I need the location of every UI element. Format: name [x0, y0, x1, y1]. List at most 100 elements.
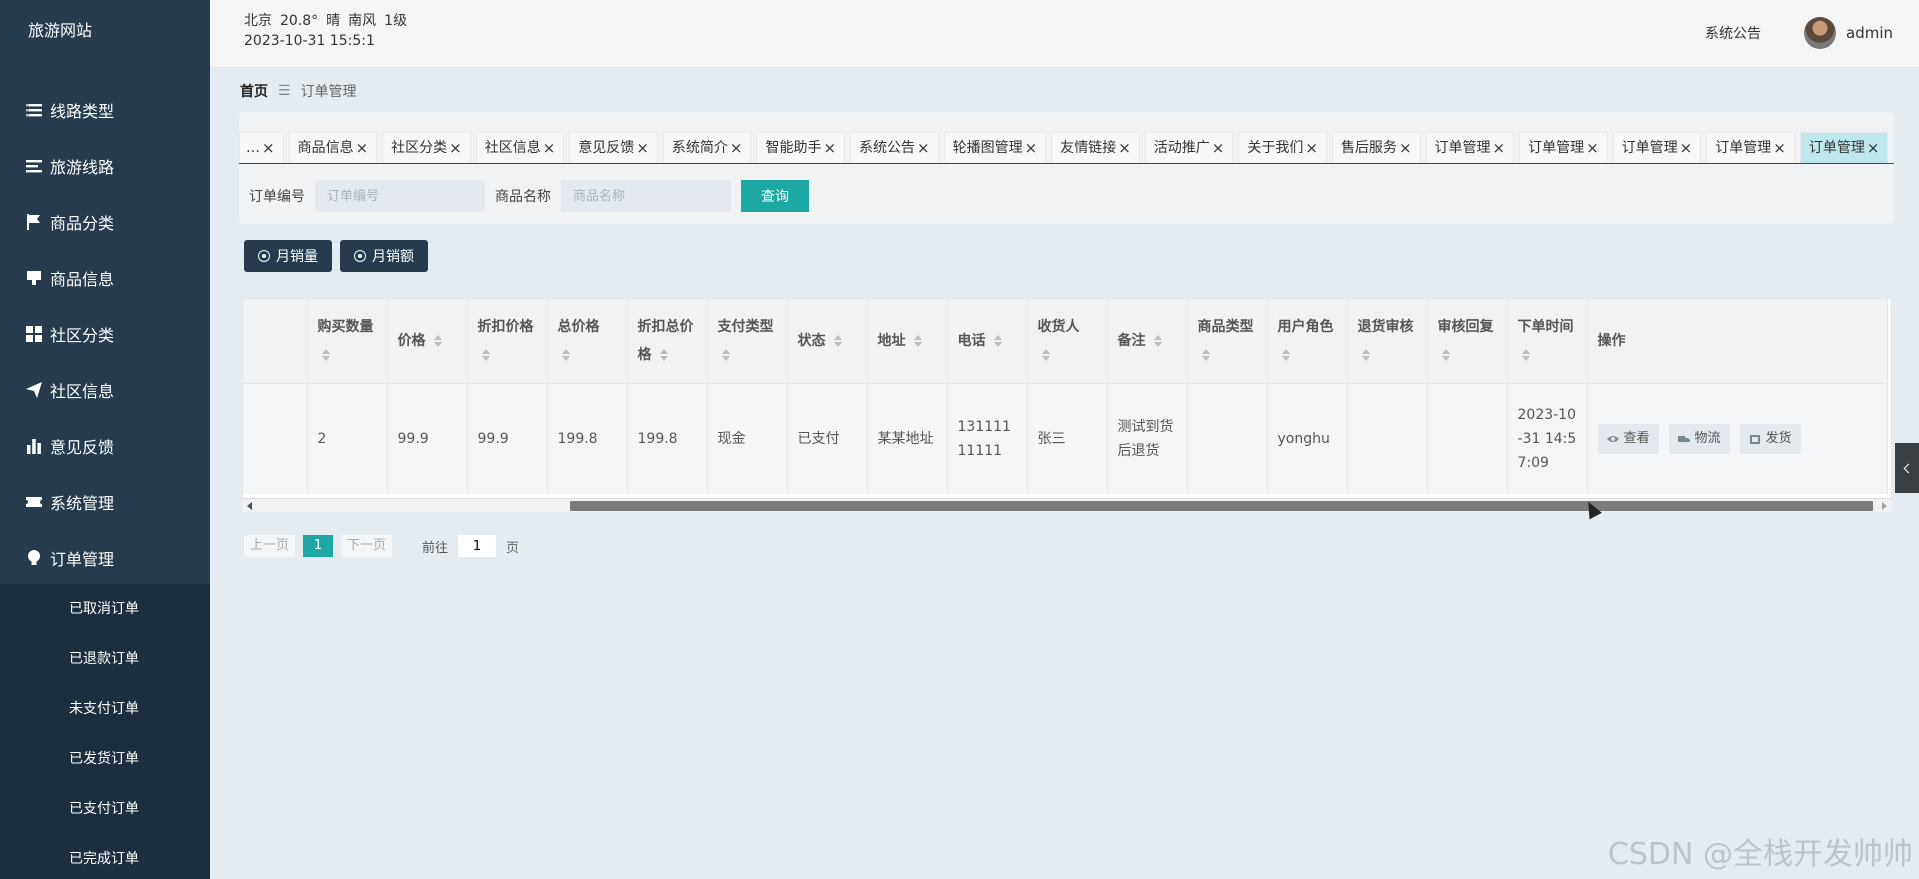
- user-menu[interactable]: admin: [1804, 17, 1893, 49]
- tab-promotion[interactable]: 活动推广 ×: [1144, 132, 1234, 164]
- sort-icon[interactable]: [561, 348, 571, 361]
- sort-icon[interactable]: [1441, 348, 1451, 361]
- column-header-pay-type[interactable]: 支付类型: [707, 299, 788, 384]
- column-header-quantity[interactable]: 购买数量: [307, 299, 388, 384]
- sidebar-item-orders[interactable]: 订单管理: [0, 530, 210, 586]
- close-icon[interactable]: ×: [1773, 133, 1786, 164]
- ship-button[interactable]: 发货: [1739, 423, 1801, 454]
- view-button[interactable]: 查看: [1597, 423, 1659, 454]
- tab-community-info[interactable]: 社区信息 ×: [475, 132, 565, 164]
- prev-page-button[interactable]: 上一页: [244, 535, 296, 557]
- tab-about[interactable]: 关于我们 ×: [1238, 132, 1327, 163]
- tab-feedback[interactable]: 意见反馈 ×: [569, 132, 658, 163]
- submenu-item-paid[interactable]: 已支付订单: [0, 784, 210, 834]
- close-icon[interactable]: ×: [262, 133, 275, 164]
- submenu-item-unpaid[interactable]: 未支付订单: [0, 684, 210, 734]
- tab-after-sales[interactable]: 售后服务 ×: [1331, 132, 1421, 164]
- tab-system-notice[interactable]: 系统公告 ×: [850, 132, 939, 163]
- sort-icon[interactable]: [1201, 348, 1211, 361]
- sidebar-item-goods-category[interactable]: 商品分类: [0, 194, 210, 250]
- avatar[interactable]: [1804, 17, 1836, 49]
- close-icon[interactable]: ×: [1212, 133, 1225, 164]
- column-header-address[interactable]: 地址: [867, 299, 948, 384]
- horizontal-scrollbar[interactable]: [242, 498, 1892, 512]
- sidebar-item-route-types[interactable]: 线路类型: [0, 82, 210, 138]
- column-header-return-review[interactable]: 退货审核: [1347, 299, 1428, 384]
- breadcrumb-home[interactable]: 首页: [240, 81, 268, 101]
- tab-carousel[interactable]: 轮播图管理 ×: [943, 132, 1047, 164]
- close-icon[interactable]: ×: [1025, 133, 1038, 164]
- column-header-discount-total[interactable]: 折扣总价格: [627, 299, 708, 384]
- close-icon[interactable]: ×: [823, 133, 836, 164]
- column-header-remark[interactable]: 备注: [1107, 299, 1188, 384]
- scrollbar-thumb[interactable]: [570, 501, 1873, 511]
- column-header-status[interactable]: 状态: [787, 299, 868, 384]
- close-icon[interactable]: ×: [543, 133, 556, 164]
- collapse-panel-button[interactable]: [1895, 443, 1919, 493]
- logistics-button[interactable]: 物流: [1668, 423, 1730, 454]
- column-header-review-reply[interactable]: 审核回复: [1427, 299, 1508, 384]
- tab-orders[interactable]: 订单管理 ×: [1519, 132, 1608, 163]
- submenu-item-shipped[interactable]: 已发货订单: [0, 734, 210, 784]
- sort-icon[interactable]: [834, 334, 843, 347]
- tab-assistant[interactable]: 智能助手 ×: [756, 132, 846, 164]
- scroll-left-icon[interactable]: [247, 502, 252, 510]
- system-notice-link[interactable]: 系统公告: [1705, 23, 1761, 43]
- close-icon[interactable]: ×: [1305, 133, 1318, 164]
- close-icon[interactable]: ×: [1586, 133, 1599, 164]
- monthly-sales-button[interactable]: 月销量: [244, 240, 332, 272]
- close-icon[interactable]: ×: [636, 133, 649, 164]
- sidebar-item-goods-info[interactable]: 商品信息: [0, 250, 210, 306]
- tab-orders[interactable]: 订单管理 ×: [1706, 132, 1795, 163]
- tab-orders-active[interactable]: 订单管理 ×: [1799, 132, 1889, 164]
- sidebar-item-feedback[interactable]: 意见反馈: [0, 418, 210, 474]
- submenu-item-completed[interactable]: 已完成订单: [0, 834, 210, 879]
- submenu-item-cancelled[interactable]: 已取消订单: [0, 584, 210, 634]
- submenu-item-refunded[interactable]: 已退款订单: [0, 634, 210, 684]
- sort-icon[interactable]: [321, 348, 331, 361]
- column-header-discount-price[interactable]: 折扣价格: [467, 299, 548, 384]
- sort-icon[interactable]: [914, 334, 923, 347]
- close-icon[interactable]: ×: [449, 133, 462, 164]
- sidebar-item-tour-routes[interactable]: 旅游线路: [0, 138, 210, 194]
- goods-name-input[interactable]: [561, 180, 731, 212]
- close-icon[interactable]: ×: [1399, 133, 1412, 164]
- scroll-right-icon[interactable]: [1882, 502, 1887, 510]
- goto-page-input[interactable]: [458, 535, 497, 557]
- close-icon[interactable]: ×: [1493, 133, 1506, 164]
- column-header-phone[interactable]: 电话: [947, 299, 1028, 384]
- sort-icon[interactable]: [1041, 348, 1051, 361]
- sort-icon[interactable]: [1281, 348, 1291, 361]
- close-icon[interactable]: ×: [1118, 133, 1131, 164]
- sort-icon[interactable]: [1521, 348, 1531, 361]
- tab-system-intro[interactable]: 系统简介 ×: [662, 132, 752, 164]
- monthly-amount-button[interactable]: 月销额: [340, 240, 428, 272]
- column-header-price[interactable]: 价格: [387, 299, 468, 384]
- tab-orders[interactable]: 订单管理 ×: [1612, 132, 1702, 164]
- tab-friend-links[interactable]: 友情链接 ×: [1051, 132, 1140, 163]
- sort-icon[interactable]: [994, 334, 1003, 347]
- column-header-order-time[interactable]: 下单时间: [1507, 299, 1588, 384]
- query-button[interactable]: 查询: [741, 180, 809, 212]
- tab-community-category[interactable]: 社区分类 ×: [382, 132, 471, 163]
- order-number-input[interactable]: [315, 180, 485, 212]
- close-icon[interactable]: ×: [917, 133, 930, 164]
- page-number-current[interactable]: 1: [303, 535, 334, 557]
- close-icon[interactable]: ×: [1867, 133, 1880, 164]
- sidebar-item-community-category[interactable]: 社区分类: [0, 306, 210, 362]
- column-header-user-role[interactable]: 用户角色: [1267, 299, 1348, 384]
- column-header-total-price[interactable]: 总价格: [547, 299, 628, 384]
- tab-truncated[interactable]: … ×: [239, 132, 284, 163]
- sort-icon[interactable]: [1154, 334, 1163, 347]
- sort-icon[interactable]: [1361, 348, 1371, 361]
- tab-goods-info[interactable]: 商品信息 ×: [288, 132, 378, 164]
- close-icon[interactable]: ×: [1680, 133, 1693, 164]
- close-icon[interactable]: ×: [730, 133, 743, 164]
- sidebar-item-system[interactable]: 系统管理: [0, 474, 210, 530]
- close-icon[interactable]: ×: [356, 133, 369, 164]
- tab-orders[interactable]: 订单管理 ×: [1425, 132, 1515, 164]
- sort-icon[interactable]: [721, 348, 731, 361]
- sort-icon[interactable]: [660, 348, 669, 361]
- column-header-goods-type[interactable]: 商品类型: [1187, 299, 1268, 384]
- sidebar-item-community-info[interactable]: 社区信息: [0, 362, 210, 418]
